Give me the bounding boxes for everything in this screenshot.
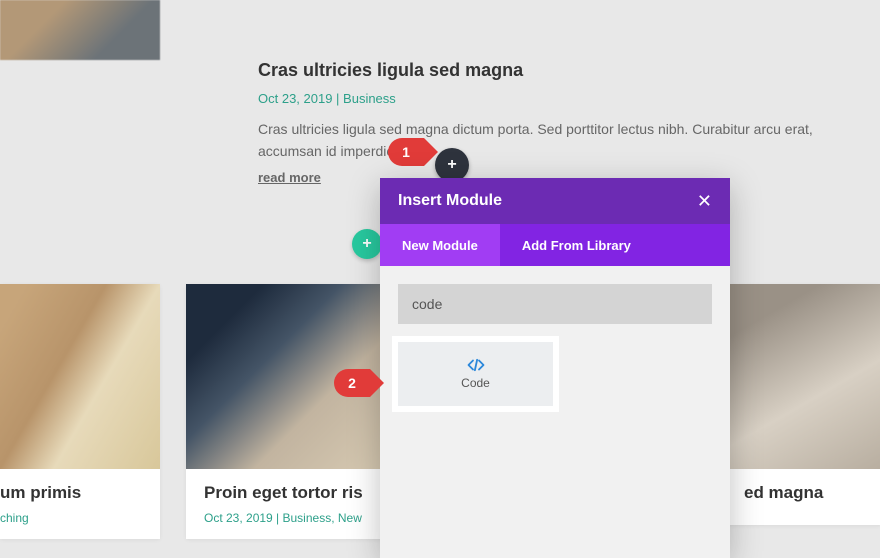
thumbnail-top-left [0, 0, 160, 60]
module-search-input[interactable] [398, 284, 712, 324]
modal-tabs: New Module Add From Library [380, 224, 730, 266]
post-card[interactable]: um primis ching [0, 284, 160, 539]
code-icon [467, 358, 485, 372]
post-thumbnail [0, 284, 160, 469]
plus-icon: + [362, 235, 371, 253]
tab-add-from-library[interactable]: Add From Library [500, 224, 653, 266]
page-background: Cras ultricies ligula sed magna Oct 23, … [0, 0, 880, 556]
post-thumbnail [726, 284, 880, 469]
module-tile-label: Code [461, 376, 490, 390]
modal-header: Insert Module ✕ [380, 178, 730, 224]
annotation-badge-2: 2 [334, 369, 370, 397]
post-card-title[interactable]: Proin eget tortor ris [204, 483, 373, 503]
post-card[interactable]: Proin eget tortor ris Oct 23, 2019 | Bus… [186, 284, 391, 539]
post-excerpt: Cras ultricies ligula sed magna dictum p… [258, 118, 848, 163]
post-card-title[interactable]: um primis [0, 483, 142, 503]
plus-icon: + [447, 156, 456, 174]
close-icon[interactable]: ✕ [697, 191, 712, 212]
post-card[interactable]: ed magna [726, 284, 880, 525]
post-hero: Cras ultricies ligula sed magna Oct 23, … [258, 60, 848, 187]
modal-title: Insert Module [398, 192, 502, 210]
add-row-button[interactable]: + [352, 229, 382, 259]
add-module-button[interactable]: + [435, 148, 469, 182]
post-card-title[interactable]: ed magna [744, 483, 863, 503]
post-meta[interactable]: Oct 23, 2019 | Business [258, 91, 848, 106]
tab-new-module[interactable]: New Module [380, 224, 500, 266]
post-card-meta[interactable]: ching [0, 511, 142, 525]
insert-module-modal: Insert Module ✕ New Module Add From Libr… [380, 178, 730, 558]
module-tile-code[interactable]: Code [398, 342, 553, 406]
post-title[interactable]: Cras ultricies ligula sed magna [258, 60, 848, 81]
read-more-link[interactable]: read more [258, 170, 321, 185]
annotation-badge-1: 1 [388, 138, 424, 166]
modal-body: Code [380, 266, 730, 558]
post-card-meta[interactable]: Oct 23, 2019 | Business, New [204, 511, 373, 525]
